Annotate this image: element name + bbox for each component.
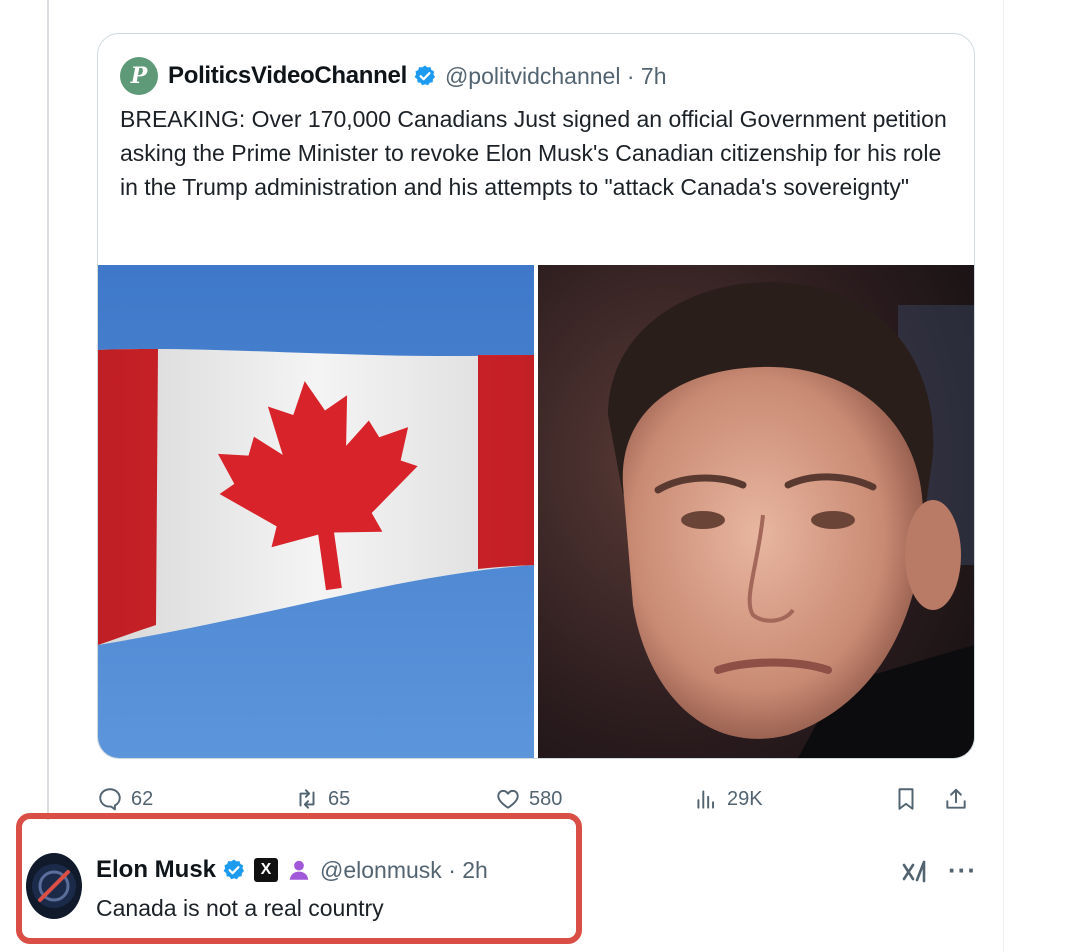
reply-text: Canada is not a real country [96,895,384,921]
reply-header: Elon Musk X @elonmusk · 2h [96,852,488,888]
bookmark-button[interactable] [893,779,927,819]
quoted-post-header: P PoliticsVideoChannel @politvidchannel … [120,56,667,96]
author-handle-time[interactable]: @elonmusk · 2h [320,857,488,884]
avatar[interactable] [26,853,82,919]
avatar-image [32,864,76,908]
like-icon [497,789,519,809]
more-icon[interactable]: ··· [948,855,977,886]
views-button[interactable]: 29K [693,779,763,819]
verified-badge-icon [414,65,435,86]
reply-icon [99,788,121,811]
avatar-letter: P [130,63,148,89]
like-count: 580 [529,787,563,810]
column-border [1003,0,1004,952]
avatar[interactable]: P [120,57,158,95]
grok-icon[interactable] [900,857,930,887]
affiliate-person-icon [289,860,309,880]
post-media[interactable] [98,265,974,758]
x-affiliate-badge[interactable]: X [254,858,279,882]
author-name[interactable]: Elon Musk [96,856,216,884]
thread-connector-line [47,0,49,820]
share-button[interactable] [943,779,977,819]
bookmark-icon [898,788,914,810]
author-handle-time[interactable]: @politvidchannel · 7h [445,63,667,90]
views-count: 29K [727,787,763,810]
repost-count: 65 [328,787,351,810]
quoted-post-text: BREAKING: Over 170,000 Canadians Just si… [120,106,947,200]
reply-count: 62 [131,787,154,810]
repost-icon [299,789,315,809]
verified-badge-icon [223,859,245,880]
canada-flag-image[interactable] [98,265,534,758]
views-icon [697,790,715,809]
quoted-post-card[interactable]: P PoliticsVideoChannel @politvidchannel … [97,33,975,759]
portrait-image[interactable] [538,265,974,758]
author-name[interactable]: PoliticsVideoChannel [168,62,407,90]
share-icon [946,788,966,809]
